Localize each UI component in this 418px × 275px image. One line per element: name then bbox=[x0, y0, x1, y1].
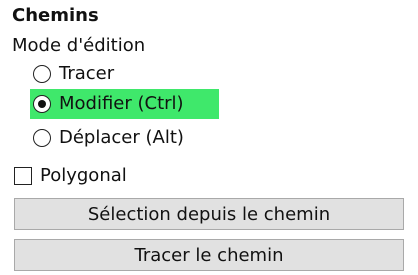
section-title: Chemins bbox=[12, 5, 99, 26]
mode-radio-design-label: Tracer bbox=[59, 63, 115, 84]
selection-from-path-button[interactable]: Sélection depuis le chemin bbox=[14, 198, 404, 230]
paths-tool-options-panel: Chemins Mode d'édition Tracer Modifier (… bbox=[0, 0, 418, 275]
mode-radio-move[interactable]: Déplacer (Alt) bbox=[33, 123, 184, 153]
edit-mode-label: Mode d'édition bbox=[12, 35, 146, 56]
radio-button-icon[interactable] bbox=[33, 65, 51, 83]
mode-radio-move-label: Déplacer (Alt) bbox=[59, 127, 184, 148]
polygonal-label: Polygonal bbox=[40, 165, 127, 186]
polygonal-checkbox-row[interactable]: Polygonal bbox=[14, 163, 127, 189]
checkbox-icon[interactable] bbox=[14, 167, 32, 185]
mode-radio-edit-label: Modifier (Ctrl) bbox=[59, 93, 184, 114]
mode-radio-design[interactable]: Tracer bbox=[33, 59, 114, 89]
mode-radio-edit[interactable]: Modifier (Ctrl) bbox=[30, 89, 219, 119]
radio-button-icon[interactable] bbox=[33, 129, 51, 147]
stroke-path-button[interactable]: Tracer le chemin bbox=[14, 239, 404, 271]
radio-button-selected-icon[interactable] bbox=[33, 95, 51, 113]
